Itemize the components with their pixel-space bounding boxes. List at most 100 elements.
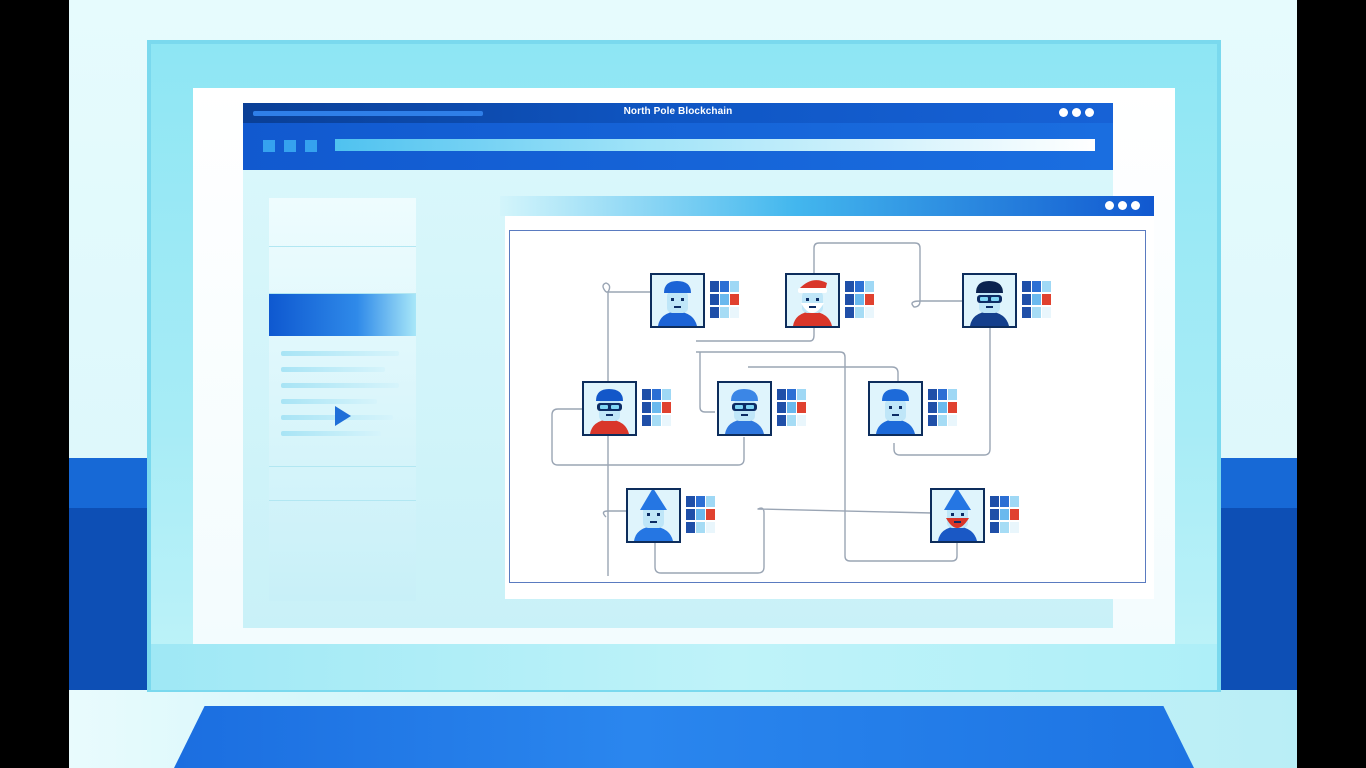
block-cell xyxy=(928,389,937,400)
back-button[interactable] xyxy=(263,140,275,152)
block-cell xyxy=(855,307,864,318)
window-titlebar: North Pole Blockchain xyxy=(243,103,1113,123)
block-cell xyxy=(662,415,671,426)
block-cell xyxy=(696,496,705,507)
block-cell xyxy=(652,389,661,400)
panel-titlebar xyxy=(500,196,1154,216)
block-cell xyxy=(686,522,695,533)
forward-button[interactable] xyxy=(284,140,296,152)
sidebar-list-line[interactable] xyxy=(281,431,381,436)
network-node-elf-dark-hair[interactable] xyxy=(962,273,1017,328)
network-node-elf-blue-hair[interactable] xyxy=(868,381,923,436)
browser-window: North Pole Blockchain xyxy=(243,103,1154,628)
network-node-elf-goggles-blue[interactable] xyxy=(717,381,772,436)
window-controls[interactable] xyxy=(1059,108,1094,117)
gnome-avatar-icon xyxy=(932,490,983,541)
panel-controls[interactable] xyxy=(1105,201,1140,210)
block-cell xyxy=(710,281,719,292)
block-cell xyxy=(845,294,854,305)
block-cell xyxy=(990,522,999,533)
reload-button[interactable] xyxy=(305,140,317,152)
window-control-dot[interactable] xyxy=(1085,108,1094,117)
block-cell xyxy=(865,307,874,318)
elf-avatar-icon xyxy=(652,275,703,326)
block-cell xyxy=(797,389,806,400)
block-cell xyxy=(652,415,661,426)
block-cell xyxy=(720,281,729,292)
block-cell xyxy=(706,496,715,507)
laptop-bezel-bottom xyxy=(151,644,1217,690)
block-cell xyxy=(845,307,854,318)
sidebar-list-line[interactable] xyxy=(281,367,385,372)
blockchain-panel xyxy=(505,216,1154,599)
block-ledger-icon xyxy=(777,389,811,429)
sidebar-divider xyxy=(269,500,416,501)
window-control-dot[interactable] xyxy=(1059,108,1068,117)
network-diagram xyxy=(509,230,1146,583)
block-cell xyxy=(1032,307,1041,318)
laptop-keyboard-base xyxy=(174,706,1194,768)
block-cell xyxy=(797,402,806,413)
illustration-scene: North Pole Blockchain xyxy=(69,0,1297,768)
block-cell xyxy=(706,509,715,520)
block-cell xyxy=(1010,509,1019,520)
block-cell xyxy=(720,294,729,305)
block-cell xyxy=(730,281,739,292)
sidebar-list-line[interactable] xyxy=(281,351,399,356)
sidebar xyxy=(269,198,416,601)
block-cell xyxy=(948,389,957,400)
block-cell xyxy=(642,389,651,400)
block-cell xyxy=(686,496,695,507)
block-cell xyxy=(1000,509,1009,520)
block-cell xyxy=(1010,496,1019,507)
block-cell xyxy=(642,402,651,413)
block-cell xyxy=(990,509,999,520)
block-cell xyxy=(938,415,947,426)
address-bar[interactable] xyxy=(335,139,1095,151)
block-cell xyxy=(938,402,947,413)
block-cell xyxy=(855,281,864,292)
window-control-dot[interactable] xyxy=(1072,108,1081,117)
block-cell xyxy=(787,389,796,400)
block-cell xyxy=(855,294,864,305)
network-node-santa[interactable] xyxy=(785,273,840,328)
block-ledger-icon xyxy=(845,281,879,321)
block-cell xyxy=(928,402,937,413)
block-cell xyxy=(730,294,739,305)
elf-avatar-icon xyxy=(964,275,1015,326)
block-cell xyxy=(686,509,695,520)
block-cell xyxy=(777,415,786,426)
sidebar-divider xyxy=(269,246,416,247)
block-cell xyxy=(706,522,715,533)
network-node-gnome-red-beard[interactable] xyxy=(930,488,985,543)
block-cell xyxy=(797,415,806,426)
connection-line xyxy=(606,291,656,302)
gnome-avatar-icon xyxy=(628,490,679,541)
block-cell xyxy=(865,294,874,305)
sidebar-list-line[interactable] xyxy=(281,399,377,404)
block-cell xyxy=(730,307,739,318)
block-cell xyxy=(1032,281,1041,292)
network-node-elf-blue-cap[interactable] xyxy=(650,273,705,328)
network-node-gnome-blue[interactable] xyxy=(626,488,681,543)
panel-control-dot[interactable] xyxy=(1105,201,1114,210)
block-cell xyxy=(1010,522,1019,533)
block-cell xyxy=(938,389,947,400)
sidebar-item-selected[interactable] xyxy=(269,294,416,336)
window-title: North Pole Blockchain xyxy=(623,106,733,117)
santa-avatar-icon xyxy=(787,275,838,326)
block-cell xyxy=(845,281,854,292)
elf-avatar-icon xyxy=(719,383,770,434)
panel-control-dot[interactable] xyxy=(1131,201,1140,210)
block-cell xyxy=(662,389,671,400)
block-cell xyxy=(662,402,671,413)
sidebar-list-line[interactable] xyxy=(281,383,399,388)
panel-control-dot[interactable] xyxy=(1118,201,1127,210)
block-cell xyxy=(1022,294,1031,305)
block-cell xyxy=(696,509,705,520)
block-cell xyxy=(1022,281,1031,292)
network-node-elf-goggles-red[interactable] xyxy=(582,381,637,436)
mouse-pointer-icon xyxy=(335,406,351,426)
block-ledger-icon xyxy=(710,281,744,321)
block-cell xyxy=(1022,307,1031,318)
